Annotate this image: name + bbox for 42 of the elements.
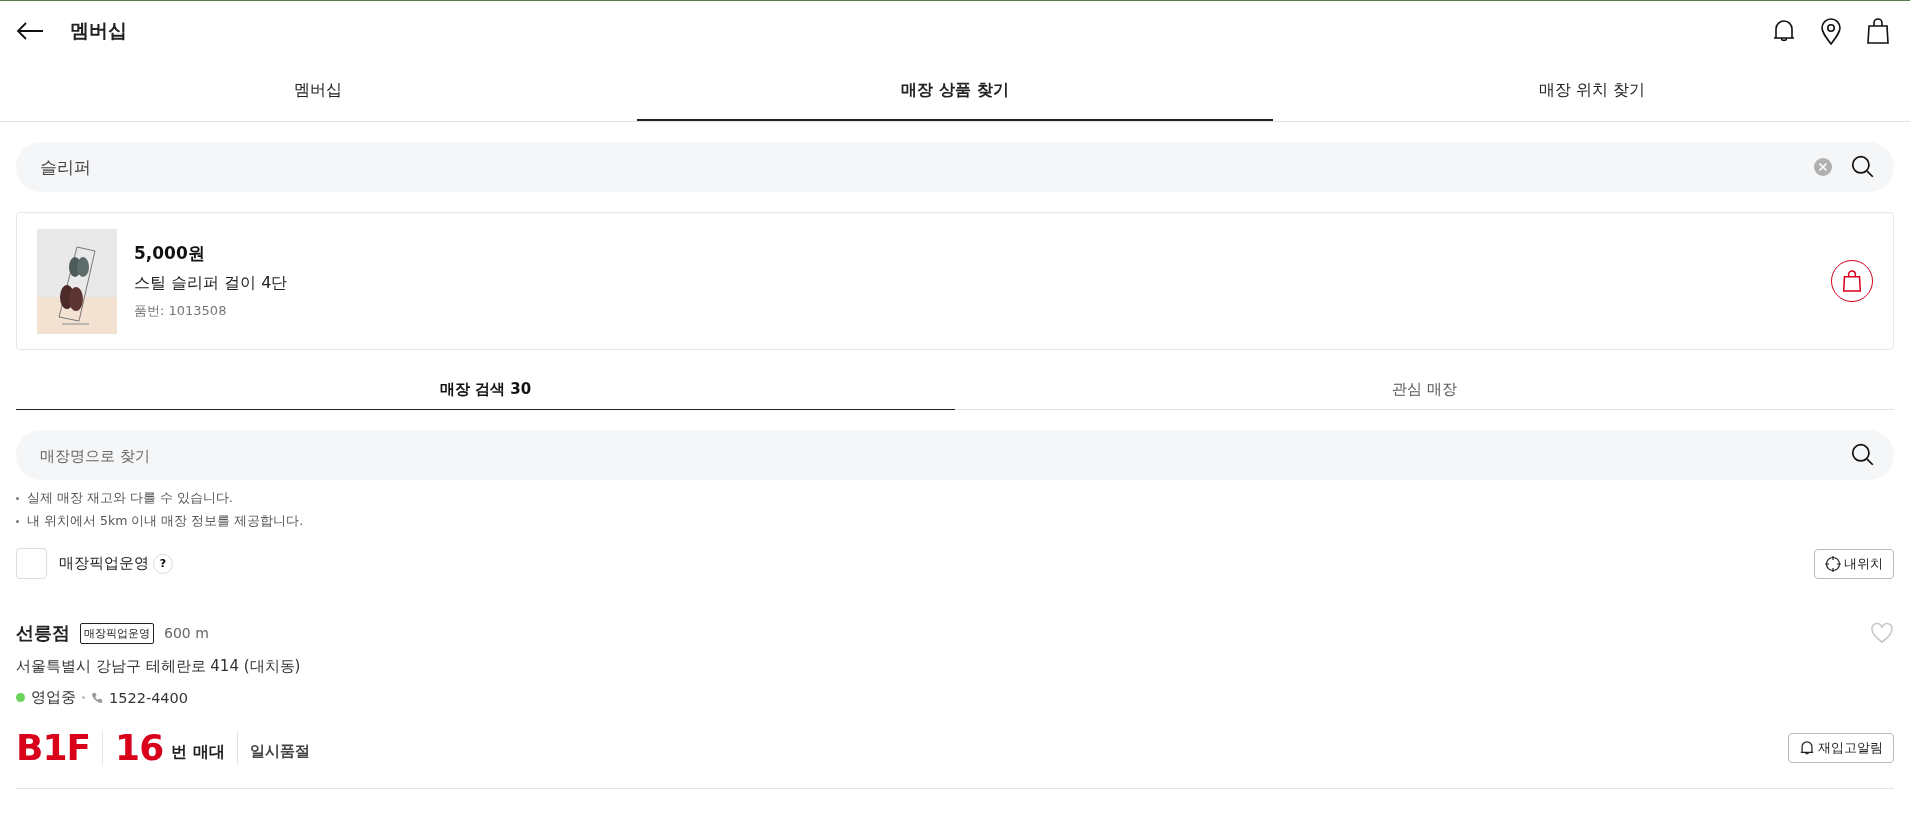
product-price: 5,000원 (134, 242, 206, 265)
search-icon[interactable] (1850, 154, 1876, 180)
product-code: 품번: 1013508 (134, 302, 228, 320)
page-title: 멤버십 (70, 18, 128, 43)
shopping-bag-icon[interactable] (1866, 17, 1890, 45)
bell-icon (1799, 739, 1815, 756)
store-address: 서울특별시 강남구 테헤란로 414 (대치동) (16, 657, 302, 676)
help-button[interactable]: ? (153, 553, 173, 574)
add-to-cart-button[interactable] (1831, 260, 1873, 302)
pickup-badge: 매장픽업운영 (80, 622, 154, 644)
notice-text: 실제 매장 재고와 다를 수 있습니다. (27, 490, 233, 507)
tab[interactable]: 매장 위치 찾기 (1273, 61, 1910, 121)
bullet-icon (16, 520, 19, 523)
tab[interactable]: 관심 매장 (955, 370, 1894, 410)
store-distance: 600 m (164, 625, 209, 641)
store-search-field[interactable]: 매장명으로 찾기 (16, 430, 1894, 480)
store-name: 선릉점 (16, 621, 70, 645)
crosshair-icon (1825, 555, 1841, 572)
bullet-icon (16, 497, 19, 500)
search-field[interactable]: 슬리퍼 (16, 142, 1894, 192)
shelf-number: 16 (115, 727, 164, 768)
tab[interactable]: 매장 상품 찾기 (636, 61, 1274, 121)
search-icon[interactable] (1850, 442, 1876, 468)
checkbox[interactable] (16, 548, 47, 579)
store-phone: 1522-4400 (109, 689, 189, 706)
location-pin-icon[interactable] (1820, 17, 1842, 45)
my-location-button[interactable]: 내위치 (1814, 548, 1894, 579)
phone-icon (91, 691, 103, 704)
store-status: 영업중 (31, 688, 76, 707)
store-search-input[interactable]: 매장명으로 찾기 (38, 444, 1832, 466)
tab[interactable]: 매장 검색 30 (16, 370, 955, 410)
shopping-bag-icon (1842, 270, 1862, 292)
checkbox-label: 매장픽업운영 (59, 554, 149, 573)
restock-alert-button[interactable]: 재입고알림 (1788, 732, 1894, 763)
floor-label: B1F (16, 727, 91, 768)
product-name: 스틸 슬리퍼 걸이 4단 (134, 273, 289, 294)
notice-text: 내 위치에서 5km 이내 매장 정보를 제공합니다. (27, 513, 304, 530)
back-button[interactable] (16, 21, 44, 41)
search-input[interactable]: 슬리퍼 (38, 156, 1796, 178)
tab[interactable]: 멤버십 (0, 61, 637, 121)
shelf-unit: 번 매대 (171, 742, 225, 763)
stock-status: 일시품절 (249, 742, 310, 761)
